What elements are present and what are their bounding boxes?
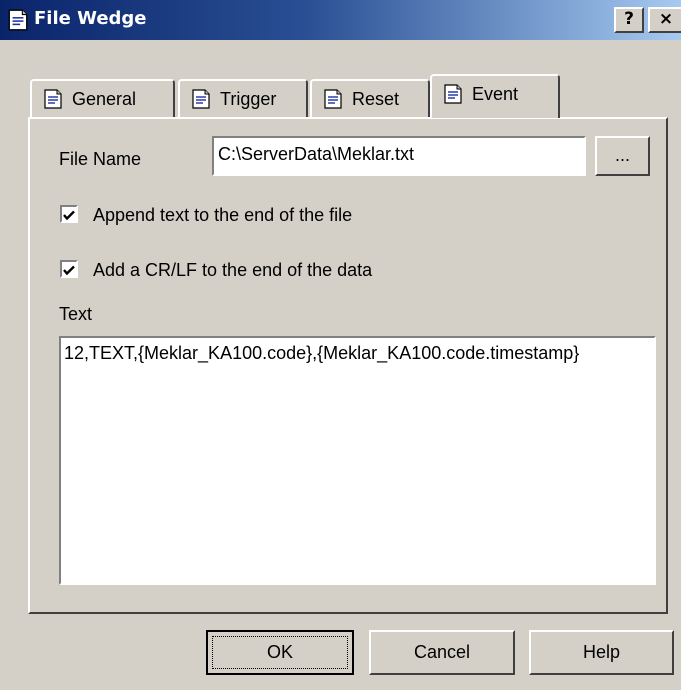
tab-general[interactable]: General [30,79,175,117]
document-icon [44,89,62,109]
document-icon [8,9,28,31]
tab-event[interactable]: Event [430,74,560,118]
title-bar: File Wedge ? × [0,0,681,40]
cancel-button[interactable]: Cancel [369,630,515,675]
document-icon [444,84,462,104]
ok-button[interactable]: OK [206,630,354,675]
tab-general-label: General [72,89,137,109]
document-icon [192,89,210,109]
help-button[interactable]: Help [529,630,674,675]
help-question-button[interactable]: ? [614,7,644,33]
tab-event-label: Event [472,84,519,104]
tab-trigger-label: Trigger [220,89,277,109]
close-button[interactable]: × [648,7,681,33]
tab-reset[interactable]: Reset [310,79,430,117]
event-tab-panel [28,117,668,614]
window-title: File Wedge [34,8,147,29]
document-icon [324,89,342,109]
tab-reset-label: Reset [352,89,400,109]
focus-rect [212,636,348,669]
tab-trigger[interactable]: Trigger [178,79,308,117]
